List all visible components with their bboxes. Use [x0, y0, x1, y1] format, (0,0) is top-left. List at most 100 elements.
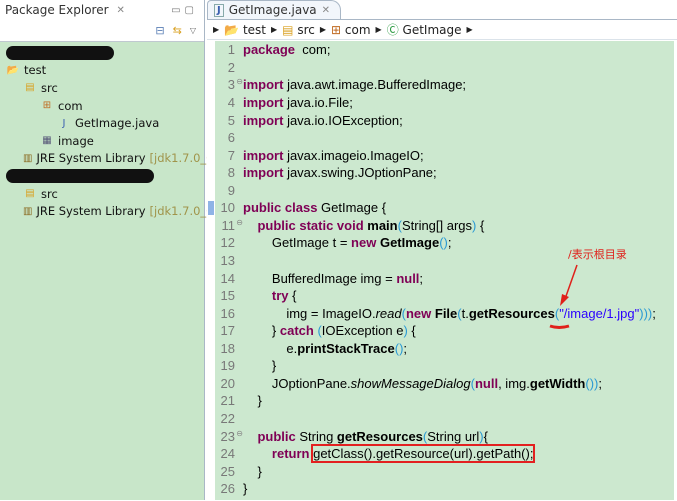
line-number: 16: [220, 305, 235, 321]
code-token: package: [243, 42, 296, 58]
occurrence-marker[interactable]: [208, 201, 214, 216]
line-number: 3 ⊖: [227, 77, 243, 93]
code-token: GetImage: [379, 235, 440, 251]
tree-item[interactable]: J GetImage.java: [0, 114, 204, 132]
code-line: 10 public class GetImage {: [215, 199, 387, 217]
code-token: new: [405, 305, 432, 321]
close-tab-icon[interactable]: ✕: [322, 5, 330, 16]
tree-item[interactable]: ⊞ com: [0, 97, 204, 115]
tree-item[interactable]: 📂 test: [0, 62, 204, 80]
fold-icon[interactable]: ⊖: [236, 77, 243, 86]
tree-item-label: image: [58, 133, 94, 148]
code-line: 2: [215, 59, 243, 77]
line-number: 12: [220, 235, 235, 251]
breadcrumb-label: test: [242, 22, 266, 37]
package-explorer-tab[interactable]: Package Explorer ✕ ▭▢: [0, 0, 204, 20]
close-icon[interactable]: ✕: [117, 5, 125, 16]
code-line: 17 } catch (IOException e) {: [215, 322, 416, 340]
tree-item[interactable]: ▦ image: [0, 132, 204, 150]
code-token: null: [396, 270, 420, 286]
code-token: }: [243, 358, 277, 374]
tree-item[interactable]: ▥ JRE System Library [jdk1.7.0_02: [0, 150, 221, 168]
code-token: String[] args: [401, 217, 473, 233]
chevron-right-icon: ▶: [466, 25, 473, 34]
code-token: , img.: [498, 375, 530, 391]
code-token: getResources: [468, 305, 555, 321]
code-token: import: [243, 147, 284, 163]
code-token: public class: [243, 200, 318, 216]
line-number: 24: [220, 446, 235, 462]
code-token: getResources: [336, 428, 423, 444]
project-icon: 📂: [6, 64, 20, 76]
code-token: }: [243, 481, 248, 497]
code-token: GetImage t =: [243, 235, 352, 251]
breadcrumb-item[interactable]: Ⓒ GetImage: [387, 21, 462, 38]
fold-icon[interactable]: ⊖: [236, 429, 243, 438]
code-token: ))): [639, 305, 653, 321]
code-token: java.awt.image.BufferedImage;: [283, 77, 467, 93]
redacted-item: [6, 45, 114, 60]
folder-icon: ▦: [42, 135, 52, 147]
tree-item[interactable]: ▤ src: [0, 185, 204, 203]
line-number: 17: [220, 323, 235, 339]
breadcrumb-item[interactable]: ⊞ com: [331, 23, 371, 37]
package-icon: ⊞: [42, 100, 52, 112]
breadcrumb-item[interactable]: 📂 test: [224, 23, 266, 37]
code-line: 5 import java.io.IOException;: [215, 111, 403, 129]
code-line: 15 try {: [215, 287, 297, 305]
tree-item[interactable]: [0, 44, 204, 62]
code-token: java.io.IOException;: [283, 112, 403, 128]
code-token: ;: [447, 235, 452, 251]
view-menu-icon[interactable]: ▽: [190, 26, 196, 35]
tree-item-label: JRE System Library: [36, 151, 146, 166]
tree-item[interactable]: ▤ src: [0, 79, 204, 97]
line-number: 8: [227, 165, 235, 181]
tree-item-label: JRE System Library: [36, 204, 146, 219]
breadcrumb-icon: ⊞: [331, 22, 342, 37]
code-line: 26}: [215, 480, 248, 498]
breadcrumb-label: com: [344, 22, 371, 37]
code-line: 22: [215, 410, 243, 428]
code-line: 14 BufferedImage img = null;: [215, 269, 424, 287]
link-editor-icon[interactable]: ⇆: [173, 24, 182, 37]
tab-getimage-java[interactable]: J GetImage.java ✕: [207, 0, 342, 19]
tree-item[interactable]: ▥ JRE System Library [jdk1.7.0_02: [0, 202, 221, 220]
code-line: 11 ⊖ public static void main(String[] arg…: [215, 217, 485, 235]
line-number: 6: [227, 130, 235, 146]
code-line: 25 }: [215, 462, 262, 480]
line-number: 25: [220, 463, 235, 479]
line-number: 13: [220, 252, 235, 268]
line-number: 19: [220, 358, 235, 374]
code-token: javax.swing.JOptionPane;: [283, 165, 437, 181]
java-editor: J GetImage.java ✕ ▶ 📂 test ▶ ▤ src ▶ ⊞ com ▶ Ⓒ Ge…: [207, 0, 677, 500]
code-token: e.: [243, 340, 298, 356]
line-number: 4: [227, 94, 235, 110]
minimize-maximize-icons[interactable]: ▭▢: [171, 5, 198, 16]
code-token: GetImage {: [317, 200, 387, 216]
tree-item-label: src: [41, 186, 58, 201]
chevron-right-icon: ▶: [213, 25, 220, 34]
code-line: 9: [215, 181, 243, 199]
tree-item-label: GetImage.java: [75, 116, 160, 131]
lib-icon: ▥: [23, 205, 33, 217]
fold-icon[interactable]: ⊖: [236, 218, 243, 227]
code-token: ;: [419, 270, 424, 286]
line-number: 9: [227, 182, 235, 198]
code-line: 23 ⊖ public String getResources(String ur…: [215, 427, 488, 445]
code-area[interactable]: /表示根目录 1 package com; 2 3 ⊖ import java.awt.i…: [207, 41, 677, 500]
project-tree: 📂 test ▤ src ⊞ com J GetImage.java ▦ image ▥ JRE Sy…: [0, 42, 221, 220]
code-token: public static void: [257, 217, 364, 233]
lib-icon: ▥: [23, 152, 33, 164]
line-number: 1: [227, 42, 235, 58]
code-line: 19 }: [215, 357, 277, 375]
line-number: 26: [220, 481, 235, 497]
collapse-all-icon[interactable]: ⊟: [155, 24, 164, 37]
code-token: return: [271, 446, 310, 462]
tree-item[interactable]: [0, 167, 204, 185]
line-number: 20: [220, 375, 235, 391]
breadcrumb-item[interactable]: ▤ src: [282, 23, 315, 37]
code-line: 18 e. printStackTrace();: [215, 340, 408, 358]
line-number: 11 ⊖: [221, 217, 244, 233]
